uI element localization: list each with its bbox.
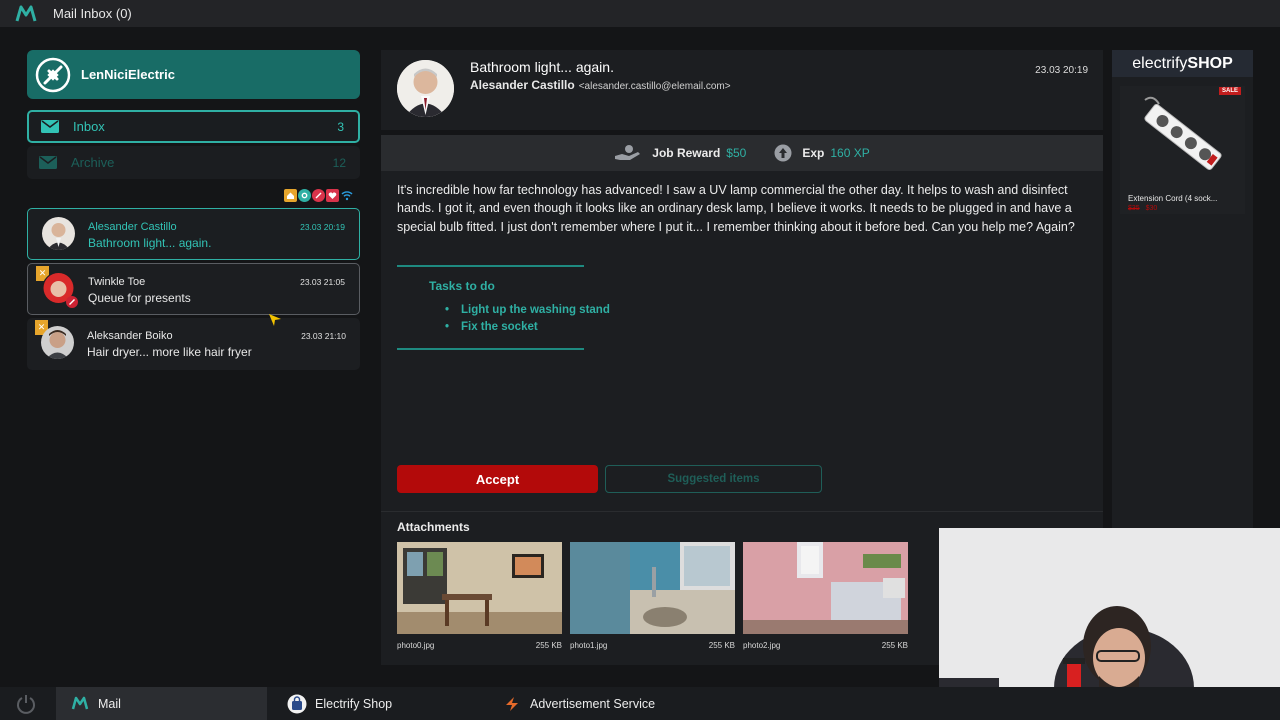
shopping-bag-icon	[287, 694, 307, 714]
shop-logo-bold: SHOP	[1187, 54, 1233, 72]
sender-avatar	[41, 326, 74, 359]
company-name: LenNiciElectric	[81, 67, 175, 82]
attachment-size: 255 KB	[881, 641, 908, 650]
taskbar-ads[interactable]: Advertisement Service	[502, 687, 655, 720]
mail-list-item[interactable]: Alesander Castillo Bathroom light... aga…	[27, 208, 360, 260]
mail-sender: Aleksander Boiko	[87, 330, 173, 342]
mail-sender: Twinkle Toe	[88, 276, 146, 288]
mail-date: 23.03 20:19	[1035, 65, 1088, 76]
attachment-thumbnail[interactable]	[397, 542, 562, 634]
sender-line: Alesander Castillo <alesander.castillo@el…	[470, 78, 731, 92]
folder-count: 3	[337, 119, 344, 134]
mouse-cursor-icon	[268, 313, 282, 332]
suggested-items-button[interactable]: Suggested items	[605, 465, 822, 493]
new-price: $30	[1145, 205, 1158, 212]
no-entry-icon	[66, 296, 78, 308]
old-price: $35	[1128, 205, 1140, 212]
company-brand-banner: LenNiciElectric	[27, 50, 360, 99]
divider	[381, 511, 1103, 512]
no-entry-filter-icon[interactable]	[312, 189, 325, 202]
folder-count: 12	[332, 155, 346, 170]
taskbar-mail-label: Mail	[98, 696, 121, 711]
sale-badge: SALE	[1218, 87, 1241, 95]
house-filter-icon[interactable]	[284, 189, 297, 202]
sender-email: <alesander.castillo@elemail.com>	[578, 81, 731, 92]
mail-app-icon	[70, 694, 90, 714]
folder-inbox[interactable]: Inbox 3	[27, 110, 360, 143]
sender-avatar	[42, 217, 75, 250]
folder-archive[interactable]: Archive 12	[27, 146, 360, 179]
hand-coin-icon	[614, 144, 642, 162]
product-name: Extension Cord (4 sock...	[1128, 194, 1218, 203]
mail-date: 23.03 21:10	[301, 331, 346, 341]
extension-cord-image	[1120, 86, 1245, 188]
exp-label: Exp	[802, 146, 825, 160]
mail-subject: Bathroom light... again.	[88, 236, 212, 250]
mail-app-logo-icon	[14, 4, 38, 24]
mail-subject: Hair dryer... more like hair fryer	[87, 345, 252, 359]
shop-product-card[interactable]: SALE Extension Cord (4 sock... $35 $30	[1120, 86, 1245, 214]
divider	[397, 348, 584, 350]
taskbar-ads-label: Advertisement Service	[530, 696, 656, 711]
folder-label: Archive	[71, 155, 115, 170]
attachment[interactable]: photo2.jpg 255 KB	[743, 542, 908, 650]
reward-bar: Job Reward $50 Exp 160 XP	[381, 135, 1103, 171]
sender-photo	[397, 60, 454, 117]
lightning-icon	[502, 694, 522, 714]
task-item: Light up the washing stand	[445, 304, 610, 321]
mail-header: Bathroom light... again. Alesander Casti…	[381, 50, 1103, 130]
tasks-list: Light up the washing stand Fix the socke…	[445, 304, 610, 338]
exp-value: 160 XP	[830, 146, 870, 160]
taskbar-shop-label: Electrify Shop	[315, 696, 393, 711]
window-title: Mail Inbox (0)	[53, 6, 132, 21]
heart-filter-icon[interactable]	[326, 189, 339, 202]
attachment-name: photo2.jpg	[743, 641, 781, 650]
envelope-icon	[41, 120, 61, 134]
mail-body-text: It's incredible how far technology has a…	[397, 183, 1075, 234]
arrow-up-circle-icon	[774, 144, 792, 162]
task-item: Fix the socket	[445, 321, 610, 338]
mail-sender: Alesander Castillo	[88, 221, 177, 233]
exp-reward: Exp 160 XP	[774, 144, 870, 162]
title-bar: Mail Inbox (0)	[0, 0, 1280, 27]
shop-logo-light: electrify	[1132, 54, 1188, 72]
tasks-title: Tasks to do	[429, 279, 495, 293]
mail-list-item[interactable]: ✕ Aleksander Boiko Hair dryer... more li…	[27, 318, 360, 370]
folder-label: Inbox	[73, 119, 105, 134]
reward-value: $50	[726, 146, 747, 160]
filter-icons	[284, 189, 353, 202]
mail-date: 23.03 20:19	[300, 222, 345, 232]
attachment-thumbnail[interactable]	[570, 542, 735, 634]
attachment[interactable]: photo1.jpg 255 KB	[570, 542, 735, 650]
taskbar-mail[interactable]: Mail	[56, 687, 267, 720]
divider	[397, 265, 584, 267]
mail-title: Bathroom light... again.	[470, 59, 614, 75]
reward-label: Job Reward	[652, 146, 721, 160]
plug-logo-icon	[34, 56, 72, 94]
taskbar-shop[interactable]: Electrify Shop	[285, 687, 392, 720]
shop-logo[interactable]: electrify SHOP	[1112, 50, 1253, 77]
mail-date: 23.03 21:05	[300, 277, 345, 287]
gear-filter-icon[interactable]	[298, 189, 311, 202]
sender-name: Alesander Castillo	[470, 78, 575, 92]
attachment-size: 255 KB	[535, 641, 562, 650]
envelope-icon	[39, 156, 59, 170]
accept-button[interactable]: Accept	[397, 465, 598, 493]
mail-subject: Queue for presents	[88, 291, 191, 305]
product-prices: $35 $30	[1120, 205, 1245, 212]
attachment-name: photo1.jpg	[570, 641, 608, 650]
attachment[interactable]: photo0.jpg 255 KB	[397, 542, 562, 650]
attachment-size: 255 KB	[708, 641, 735, 650]
shop-widget: electrify SHOP SALE Extension Cord (4 soc…	[1112, 50, 1253, 528]
wifi-filter-icon[interactable]	[340, 189, 353, 202]
taskbar: Mail Electrify Shop Advertisement Servic…	[0, 687, 1280, 720]
mail-list-item[interactable]: ✕ Twinkle Toe Queue for presents 23.03 2…	[27, 263, 360, 315]
attachments-title: Attachments	[397, 520, 470, 534]
attachment-name: photo0.jpg	[397, 641, 435, 650]
job-reward: Job Reward $50	[614, 144, 746, 162]
attachment-thumbnail[interactable]	[743, 542, 908, 634]
power-icon[interactable]	[15, 693, 37, 715]
